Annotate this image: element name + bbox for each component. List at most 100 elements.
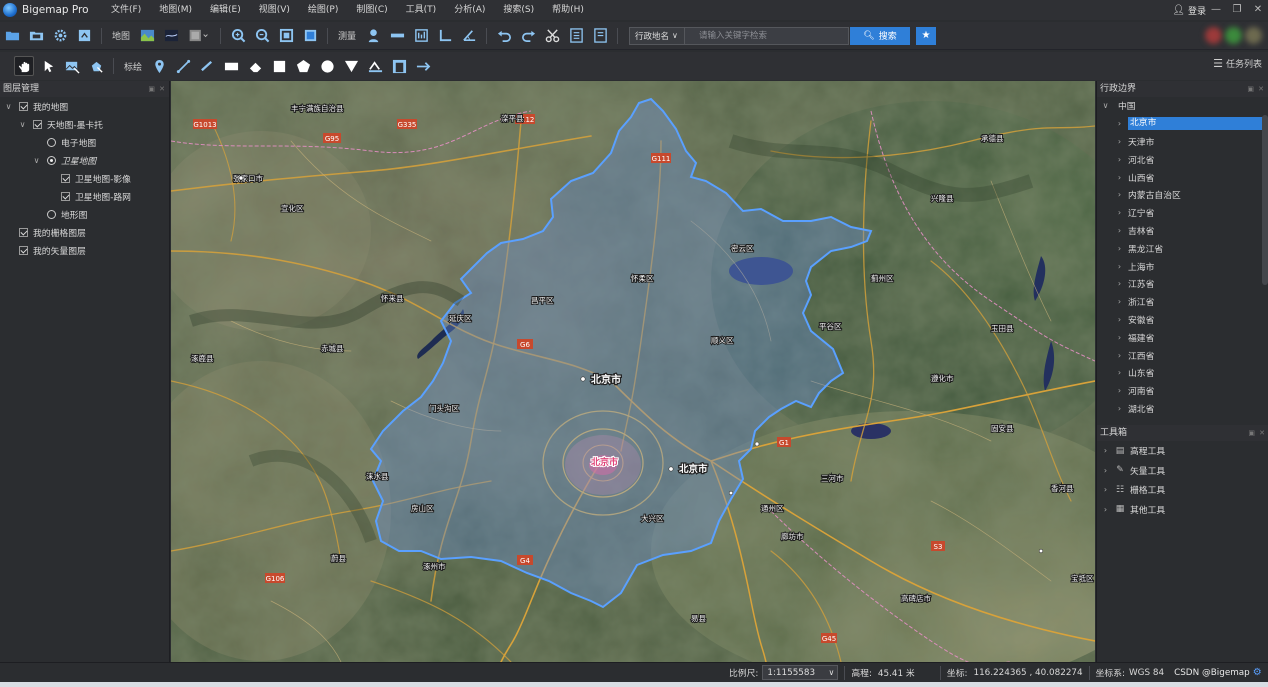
chevron-right-icon[interactable]: › xyxy=(1115,119,1124,128)
chevron-right-icon[interactable]: › xyxy=(1101,485,1110,494)
full-extent-button[interactable] xyxy=(300,26,320,46)
select-button[interactable] xyxy=(38,56,58,76)
layer-radio[interactable] xyxy=(47,209,56,219)
chevron-down-icon[interactable]: ∨ xyxy=(4,102,13,111)
region-item[interactable]: › 安徽省 xyxy=(1097,311,1268,329)
layer-item[interactable]: ∨ 我的地图 xyxy=(0,97,169,115)
zoom-previous-button[interactable] xyxy=(276,26,296,46)
search-input[interactable] xyxy=(685,26,850,45)
layer-item[interactable]: 电子地图 xyxy=(0,133,169,151)
layer-checkbox[interactable] xyxy=(19,227,28,237)
minimize-icon[interactable]: — xyxy=(1206,0,1226,20)
open-folder-button[interactable] xyxy=(2,26,22,46)
menu-item[interactable]: 视图(V) xyxy=(250,0,299,20)
plugin-icon[interactable] xyxy=(1205,27,1222,44)
menu-item[interactable]: 帮助(H) xyxy=(543,0,593,20)
draw-arrow-button[interactable] xyxy=(413,56,433,76)
layer-item[interactable]: ∨ 卫星地图 xyxy=(0,151,169,169)
measure-area-button[interactable] xyxy=(411,26,431,46)
layer-item[interactable]: 我的栅格图层 xyxy=(0,223,169,241)
close-icon[interactable]: ✕ xyxy=(159,81,165,97)
draw-point-button[interactable] xyxy=(149,56,169,76)
toolbox-item[interactable]: › ▤ 高程工具 xyxy=(1097,441,1268,461)
menu-item[interactable]: 绘图(P) xyxy=(299,0,347,20)
draw-sector-button[interactable] xyxy=(341,56,361,76)
measure-azimuth-button[interactable] xyxy=(459,26,479,46)
toolbox-item[interactable]: › ✎ 矢量工具 xyxy=(1097,461,1268,481)
draw-freehand-button[interactable] xyxy=(197,56,217,76)
chevron-right-icon[interactable]: › xyxy=(1115,244,1124,253)
chevron-right-icon[interactable]: › xyxy=(1115,386,1124,395)
region-item[interactable]: › 福建省 xyxy=(1097,328,1268,346)
region-item[interactable]: › 山东省 xyxy=(1097,364,1268,382)
chevron-right-icon[interactable]: › xyxy=(1101,466,1110,475)
satellite-source-button[interactable] xyxy=(161,26,181,46)
draw-frame-button[interactable] xyxy=(389,56,409,76)
region-type-select[interactable]: 行政地名 ∨ xyxy=(629,26,686,45)
region-item[interactable]: › 江苏省 xyxy=(1097,275,1268,293)
draw-square-button[interactable] xyxy=(269,56,289,76)
close-icon[interactable]: ✕ xyxy=(1258,81,1264,97)
region-item[interactable]: › 内蒙古自治区 xyxy=(1097,186,1268,204)
chevron-right-icon[interactable]: › xyxy=(1115,315,1124,324)
restore-icon[interactable]: ❐ xyxy=(1227,0,1247,20)
pin-icon[interactable]: ▣ xyxy=(148,81,155,97)
menu-item[interactable]: 编辑(E) xyxy=(201,0,250,20)
menu-item[interactable]: 工具(T) xyxy=(397,0,446,20)
region-item[interactable]: › 浙江省 xyxy=(1097,293,1268,311)
undo-button[interactable] xyxy=(494,26,514,46)
measure-point-button[interactable] xyxy=(363,26,383,46)
search-button[interactable]: 🔍︎ 搜索 xyxy=(850,26,911,45)
chevron-right-icon[interactable]: › xyxy=(1101,446,1110,455)
region-item[interactable]: › 吉林省 xyxy=(1097,222,1268,240)
chevron-right-icon[interactable]: › xyxy=(1115,208,1124,217)
layer-checkbox[interactable] xyxy=(61,191,70,201)
plugin-icon[interactable] xyxy=(1225,27,1242,44)
draw-text-button[interactable] xyxy=(365,56,385,76)
eraser-button[interactable] xyxy=(245,56,265,76)
map-canvas[interactable]: G1013 G95 G335 G112 G111 G6 G4 G106 G45 … xyxy=(171,81,1095,662)
chevron-right-icon[interactable]: › xyxy=(1115,226,1124,235)
open-file-button[interactable] xyxy=(26,26,46,46)
layer-item[interactable]: 我的矢量图层 xyxy=(0,241,169,259)
chevron-right-icon[interactable]: › xyxy=(1101,505,1110,514)
region-root[interactable]: ∨ 中国 xyxy=(1097,97,1268,115)
region-item[interactable]: › 上海市 xyxy=(1097,257,1268,275)
measure-angle-button[interactable] xyxy=(435,26,455,46)
pan-button[interactable] xyxy=(14,56,34,76)
layer-checkbox[interactable] xyxy=(61,173,70,183)
region-item[interactable]: › 北京市 xyxy=(1097,115,1268,133)
layer-checkbox[interactable] xyxy=(19,245,28,255)
region-item[interactable]: › 黑龙江省 xyxy=(1097,239,1268,257)
map-source-button[interactable] xyxy=(137,26,157,46)
chevron-right-icon[interactable]: › xyxy=(1115,173,1124,182)
menu-item[interactable]: 分析(A) xyxy=(445,0,494,20)
draw-polygon-button[interactable] xyxy=(293,56,313,76)
chevron-right-icon[interactable]: › xyxy=(1115,190,1124,199)
layer-item[interactable]: 卫星地图-路网 xyxy=(0,187,169,205)
region-item[interactable]: › 山西省 xyxy=(1097,168,1268,186)
draw-line-button[interactable] xyxy=(173,56,193,76)
menu-item[interactable]: 搜索(S) xyxy=(494,0,543,20)
layer-source-dropdown[interactable] xyxy=(185,26,213,46)
table-button[interactable] xyxy=(566,26,586,46)
chevron-right-icon[interactable]: › xyxy=(1115,351,1124,360)
layer-item[interactable]: ∨ 天地图-墨卡托 xyxy=(0,115,169,133)
plugin-icon[interactable] xyxy=(1245,27,1262,44)
layer-item[interactable]: 卫星地图-影像 xyxy=(0,169,169,187)
notes-button[interactable] xyxy=(590,26,610,46)
chevron-right-icon[interactable]: › xyxy=(1115,279,1124,288)
chevron-right-icon[interactable]: › xyxy=(1115,368,1124,377)
chevron-right-icon[interactable]: › xyxy=(1115,155,1124,164)
chevron-right-icon[interactable]: › xyxy=(1115,404,1124,413)
login-button[interactable]: 👤︎ 登录 xyxy=(1172,0,1206,20)
redo-button[interactable] xyxy=(518,26,538,46)
task-list-button[interactable]: ☰ 任务列表 xyxy=(1213,57,1262,70)
crs-value[interactable]: WGS 84 xyxy=(1129,668,1164,678)
menu-item[interactable]: 地图(M) xyxy=(150,0,201,20)
chevron-down-icon[interactable]: ∨ xyxy=(32,156,41,165)
region-item[interactable]: › 天津市 xyxy=(1097,133,1268,151)
polygon-select-button[interactable] xyxy=(86,56,106,76)
chevron-right-icon[interactable]: › xyxy=(1115,137,1124,146)
scale-select[interactable]: 1:1155583 ∨ xyxy=(762,665,839,680)
